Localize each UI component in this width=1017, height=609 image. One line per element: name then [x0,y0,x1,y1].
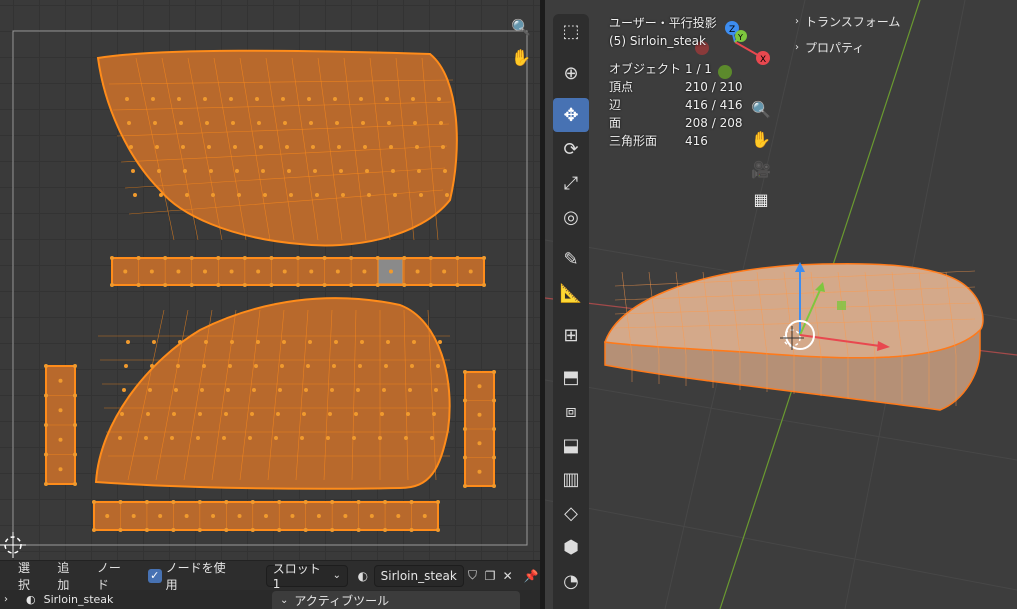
sidebar-tab-properties[interactable]: › プロパティ [795,34,900,60]
pan-hand-icon[interactable]: ✋ [748,126,774,152]
tool-shelf: ⬚ ⊕ ✥ ⟳ ⤢ ◎ ✎ 📐 ⊞ ⬒ ⧈ ⬓ ▥ ◇ ⬢ ◔ ◍ [553,14,589,609]
active-tool-label: アクティブツール [294,593,390,608]
view-name: ユーザー・平行投影 [609,16,717,30]
inset-tool-icon[interactable]: ⧈ [553,394,589,428]
measure-tool-icon[interactable]: 📐 [553,276,589,310]
smooth-tool-icon[interactable]: ◍ [553,598,589,609]
stat-row: 面 208 / 208 [609,116,743,130]
spin-tool-icon[interactable]: ◔ [553,564,589,598]
stat-row: 頂点 210 / 210 [609,80,743,94]
sidebar-tabs: › トランスフォーム › プロパティ [795,8,900,60]
checkmark-icon: ✓ [147,568,162,583]
slot-dropdown[interactable]: スロット1 ⌄ [265,562,349,591]
menu-add[interactable]: 追加 [49,559,88,593]
rotate-tool-icon[interactable]: ⟳ [553,132,589,166]
chevron-down-icon: ⌄ [332,570,342,581]
use-nodes-checkbox[interactable]: ✓ ノードを使用 [147,559,236,593]
fake-user-shield-icon[interactable]: ⛉ [464,566,482,586]
steak-mesh-top[interactable] [603,262,984,359]
stat-row: 辺 416 / 416 [609,98,743,112]
3d-viewport[interactable]: X Z Y ⬚ ⊕ ✥ ⟳ ⤢ ◎ ✎ 📐 ⊞ ⬒ ⧈ ⬓ ▥ ◇ ⬢ ◔ ◍ … [545,0,1017,609]
poly-build-tool-icon[interactable]: ⬢ [553,530,589,564]
transform-tool-icon[interactable]: ◎ [553,200,589,234]
pin-icon[interactable]: 📌 [522,566,540,586]
object-data-icon: ◐ [26,593,36,606]
uv-island-bottom[interactable] [94,297,451,490]
viewport-info-overlay: ユーザー・平行投影 (5) Sirloin_steak オブジェクト 1 / 1… [609,14,745,150]
zoom-icon[interactable]: 🔍 [748,96,774,122]
loop-cut-tool-icon[interactable]: ▥ [553,462,589,496]
move-tool-icon[interactable]: ✥ [553,98,589,132]
scale-tool-icon[interactable]: ⤢ [553,166,589,200]
stat-row: オブジェクト 1 / 1 [609,62,712,76]
menu-select[interactable]: 選択 [0,559,49,593]
object-label: (5) Sirloin_steak [609,34,706,48]
extrude-tool-icon[interactable]: ⬒ [553,360,589,394]
material-name: Sirloin_steak [380,568,457,583]
annotate-tool-icon[interactable]: ✎ [553,242,589,276]
duplicate-icon[interactable]: ❐ [481,566,499,586]
grid-ortho-icon[interactable]: ▦ [748,186,774,212]
uv-2d-cursor-icon[interactable] [0,532,26,558]
sidebar-tab-transform[interactable]: › トランスフォーム [795,8,900,34]
knife-tool-icon[interactable]: ◇ [553,496,589,530]
stat-row: 三角形面 416 [609,134,708,148]
footer-object-name: Sirloin_steak [43,593,114,606]
chevron-down-icon: ⌄ [280,594,289,606]
bevel-tool-icon[interactable]: ⬓ [553,428,589,462]
gizmo-plane-handle[interactable] [837,301,846,310]
chevron-right-icon: › [795,15,799,27]
chevron-right-icon: › [795,41,799,53]
slot-label: スロット1 [272,562,321,591]
material-browse-icon[interactable]: ◐ [354,566,372,586]
cursor-tool-icon[interactable]: ⊕ [553,56,589,90]
material-name-field[interactable]: Sirloin_steak [373,564,464,587]
camera-view-icon[interactable]: 🎥 [748,156,774,182]
expand-chevron-icon[interactable]: › [4,594,8,605]
uv-editor-header: 選択 追加 ノード ✓ ノードを使用 スロット1 ⌄ ◐ Sirloin_ste… [0,559,540,593]
close-icon[interactable]: ✕ [499,566,517,586]
uv-editor-area[interactable]: 🔍 ✋ [0,0,540,560]
uv-canvas[interactable] [0,0,540,560]
select-box-icon[interactable]: ⬚ [553,14,589,48]
use-nodes-label: ノードを使用 [165,560,226,592]
add-cube-tool-icon[interactable]: ⊞ [553,318,589,352]
zoom-icon[interactable]: 🔍 [508,14,534,40]
gizmo-x-label: X [760,55,766,65]
active-tool-panel[interactable]: ⌄ アクティブツール [272,591,520,609]
menu-node[interactable]: ノード [89,559,140,593]
pan-hand-icon[interactable]: ✋ [508,44,534,70]
